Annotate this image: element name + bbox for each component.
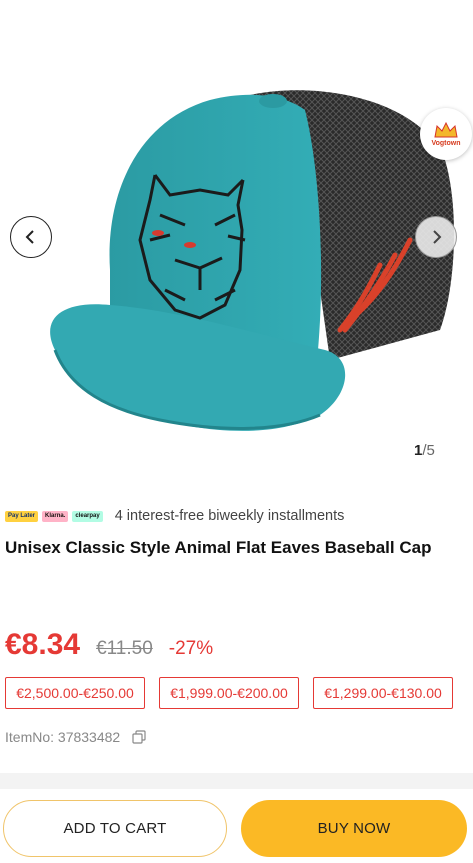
- product-image: [50, 90, 455, 431]
- chevron-left-icon: [25, 230, 34, 244]
- coupon-2[interactable]: €1,999.00-€200.00: [159, 677, 299, 709]
- product-image-gallery[interactable]: Vogtown 1/5: [0, 0, 473, 475]
- item-number-row: ItemNo: 37833482: [5, 729, 146, 745]
- section-divider: [0, 773, 473, 789]
- installments-text: 4 interest-free biweekly installments: [114, 508, 345, 524]
- product-title: Unisex Classic Style Animal Flat Eaves B…: [5, 538, 432, 557]
- paypal-logo: Pay Later: [5, 510, 39, 522]
- item-number: ItemNo: 37833482: [5, 729, 121, 745]
- chevron-right-icon: [433, 230, 442, 244]
- klarna-logo: Klarna.: [42, 510, 69, 522]
- gallery-prev-button[interactable]: [10, 216, 52, 258]
- discount-badge: -27%: [168, 638, 214, 659]
- clearpay-logo: clearpay: [72, 510, 103, 522]
- bottom-action-bar: ADD TO CART BUY NOW: [0, 789, 473, 863]
- coupon-3[interactable]: €1,299.00-€130.00: [313, 677, 453, 709]
- copy-icon[interactable]: [132, 730, 146, 744]
- payment-options[interactable]: Pay Later Klarna. clearpay 4 interest-fr…: [5, 506, 344, 526]
- counter-total: /5: [422, 442, 435, 459]
- crown-icon: [434, 121, 458, 138]
- gallery-next-button[interactable]: [415, 216, 457, 258]
- buy-now-button[interactable]: BUY NOW: [241, 800, 467, 857]
- original-price: €11.50: [96, 638, 153, 659]
- current-price: €8.34: [5, 628, 81, 661]
- price-row: €8.34 €11.50 -27%: [5, 628, 213, 662]
- add-to-cart-button[interactable]: ADD TO CART: [3, 800, 227, 857]
- brand-badge[interactable]: Vogtown: [420, 108, 472, 160]
- image-counter: 1/5: [414, 442, 435, 459]
- badge-label: Vogtown: [431, 140, 461, 147]
- coupon-1[interactable]: €2,500.00-€250.00: [5, 677, 145, 709]
